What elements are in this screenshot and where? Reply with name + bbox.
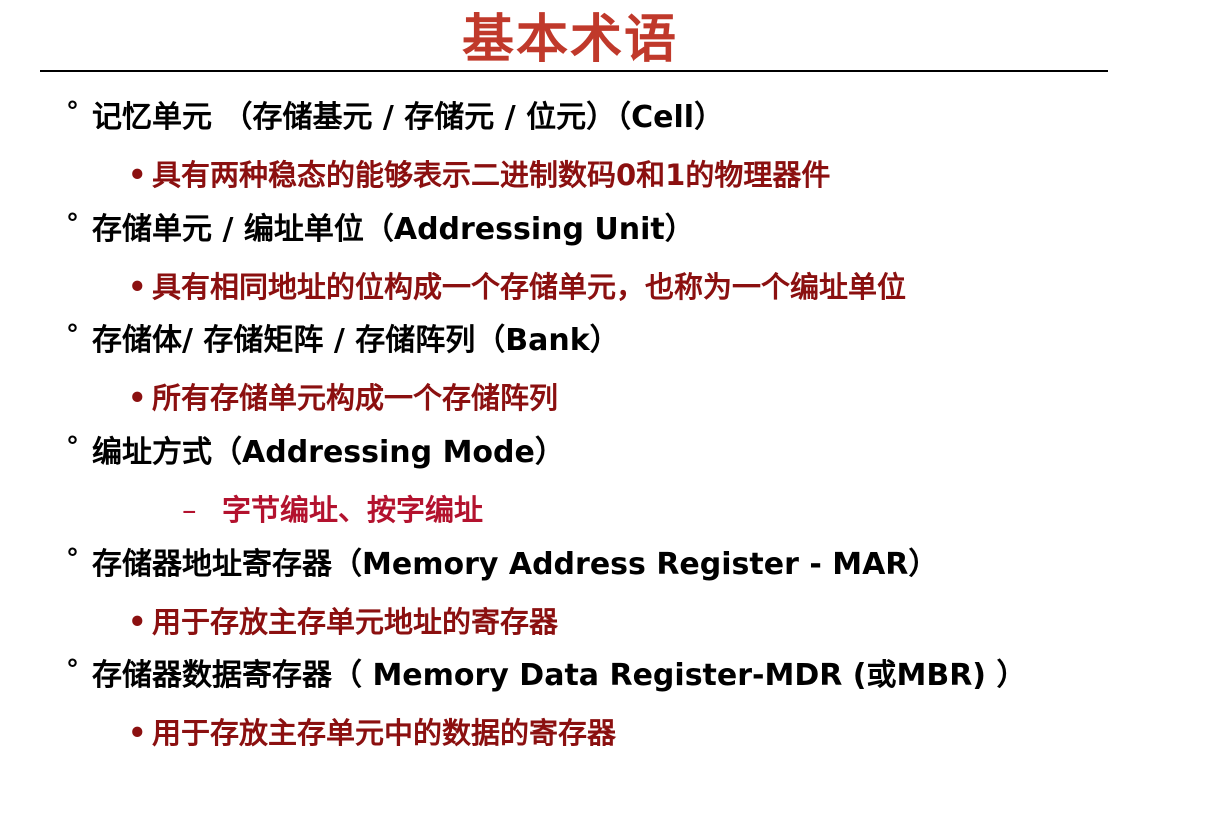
term-bank: ° 存储体/ 存储矩阵 / 存储阵列（Bank） (66, 320, 620, 361)
definition-text: 用于存放主存单元地址的寄存器 (152, 605, 559, 639)
term-bullet-icon: ° (66, 97, 79, 127)
definition-bullet-icon: • (128, 605, 147, 639)
term-mar: ° 存储器地址寄存器（Memory Address Register - MAR） (66, 544, 939, 585)
term-text: 编址方式（Addressing Mode） (92, 435, 565, 470)
definition-addressing-mode: – 字节编址、按字编址 (182, 490, 483, 530)
term-addressing-mode: ° 编址方式（Addressing Mode） (66, 432, 565, 473)
term-text: 存储器数据寄存器（ Memory Data Register-MDR (或MBR… (92, 658, 1027, 693)
definition-mdr: • 用于存放主存单元中的数据的寄存器 (128, 713, 616, 753)
term-bullet-icon: ° (66, 320, 79, 350)
term-cell: ° 记忆单元 （存储基元 / 存储元 / 位元）（Cell） (66, 97, 725, 138)
term-bullet-icon: ° (66, 432, 79, 462)
definition-text: 用于存放主存单元中的数据的寄存器 (152, 716, 617, 750)
term-mdr: ° 存储器数据寄存器（ Memory Data Register-MDR (或MB… (66, 655, 1027, 696)
definition-bullet-icon: • (128, 716, 147, 750)
definition-mar: • 用于存放主存单元地址的寄存器 (128, 602, 558, 642)
term-bullet-icon: ° (66, 544, 79, 574)
term-text: 存储器地址寄存器（Memory Address Register - MAR） (92, 547, 939, 582)
term-text: 存储体/ 存储矩阵 / 存储阵列（Bank） (92, 323, 620, 358)
slide-title: 基本术语 (461, 10, 678, 70)
definition-addressing-unit: • 具有相同地址的位构成一个存储单元，也称为一个编址单位 (128, 267, 906, 307)
definition-cell: • 具有两种稳态的能够表示二进制数码0和1的物理器件 (128, 155, 830, 195)
definition-text: 字节编址、按字编址 (222, 493, 484, 527)
term-bullet-icon: ° (66, 655, 79, 685)
title-divider (40, 70, 1108, 72)
definition-text: 具有相同地址的位构成一个存储单元，也称为一个编址单位 (152, 270, 907, 304)
term-addressing-unit: ° 存储单元 / 编址单位（Addressing Unit） (66, 209, 695, 250)
definition-text: 具有两种稳态的能够表示二进制数码0和1的物理器件 (152, 158, 831, 192)
dash-bullet-icon: – (182, 493, 197, 527)
term-text: 记忆单元 （存储基元 / 存储元 / 位元）（Cell） (92, 100, 725, 135)
term-bullet-icon: ° (66, 209, 79, 239)
definition-bullet-icon: • (128, 270, 147, 304)
definition-text: 所有存储单元构成一个存储阵列 (152, 381, 559, 415)
definition-bank: • 所有存储单元构成一个存储阵列 (128, 378, 558, 418)
definition-bullet-icon: • (128, 158, 147, 192)
definition-bullet-icon: • (128, 381, 147, 415)
term-text: 存储单元 / 编址单位（Addressing Unit） (92, 212, 695, 247)
